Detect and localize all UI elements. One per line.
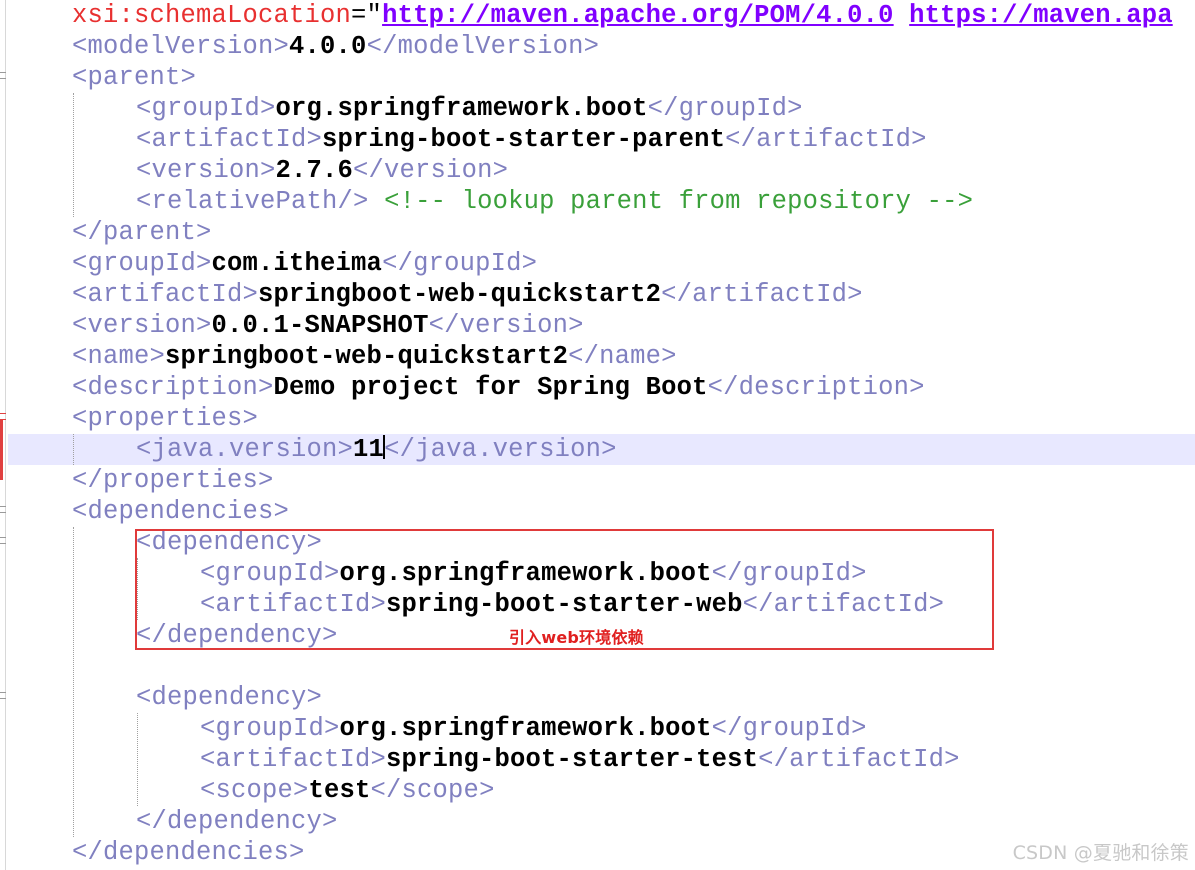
xml-tag: <modelVersion>: [72, 32, 290, 61]
xml-tag: </version>: [428, 311, 584, 340]
gutter-divider: [5, 0, 6, 870]
code-line: <version>0.0.1-SNAPSHOT</version>: [72, 310, 584, 341]
xml-tag: </parent>: [72, 218, 212, 247]
xml-tag: </properties>: [72, 466, 274, 495]
xml-tag: <version>: [72, 311, 212, 340]
tag-value: 4.0.0: [289, 32, 367, 61]
indent-guide: [73, 434, 74, 465]
code-line: <groupId>org.springframework.boot</group…: [136, 93, 803, 124]
code-line: <groupId>org.springframework.boot</group…: [200, 713, 867, 744]
xml-tag: <groupId>: [72, 249, 212, 278]
tag-value: springboot-web-quickstart2: [165, 342, 569, 371]
xml-tag: </groupId>: [647, 94, 803, 123]
code-line: <parent>: [72, 62, 196, 93]
code-line: <properties>: [72, 403, 258, 434]
indent-guide: [73, 93, 74, 217]
fold-marker-icon[interactable]: [0, 537, 6, 544]
fold-marker-icon[interactable]: [0, 413, 6, 420]
code-line: </dependency>: [136, 806, 338, 837]
annotation-label: 引入web环境依赖: [509, 628, 644, 647]
change-marker: [0, 420, 3, 480]
tag-value: test: [308, 776, 371, 805]
tag-value: org.springframework.boot: [275, 94, 648, 123]
tag-value: Demo project for Spring Boot: [273, 373, 708, 402]
code-line: <version>2.7.6</version>: [136, 155, 508, 186]
xml-tag: </java.version>: [384, 435, 617, 464]
editor-gutter: [0, 0, 8, 870]
tag-value: springboot-web-quickstart2: [258, 280, 662, 309]
fold-marker-icon[interactable]: [0, 506, 6, 513]
xml-tag: <groupId>: [200, 714, 340, 743]
code-line: <dependency>: [136, 682, 322, 713]
code-line: <relativePath/> <!-- lookup parent from …: [136, 186, 973, 217]
code-line: </dependencies>: [72, 837, 305, 868]
attribute-name: xsi:schemaLocation: [72, 1, 352, 30]
code-line: </parent>: [72, 217, 212, 248]
xml-tag: </description>: [707, 373, 925, 402]
xml-tag: <properties>: [72, 404, 259, 433]
xml-tag: </groupId>: [711, 714, 867, 743]
code-line: <artifactId>spring-boot-starter-test</ar…: [200, 744, 960, 775]
xml-tag: </name>: [568, 342, 677, 371]
xml-tag: </groupId>: [382, 249, 538, 278]
xml-tag: </modelVersion>: [366, 32, 600, 61]
xml-tag: </scope>: [370, 776, 495, 805]
xml-tag: </artifactId>: [725, 125, 927, 154]
code-line: <artifactId>spring-boot-starter-parent</…: [136, 124, 927, 155]
xml-tag: <artifactId>: [200, 745, 387, 774]
code-line: </properties>: [72, 465, 274, 496]
code-line: <scope>test</scope>: [200, 775, 495, 806]
tag-value: 0.0.1-SNAPSHOT: [211, 311, 429, 340]
attribute-operator: =": [351, 1, 383, 30]
tag-value: spring-boot-starter-parent: [322, 125, 726, 154]
xml-tag: </version>: [353, 156, 509, 185]
tag-value: 11: [353, 435, 385, 464]
xml-tag: <scope>: [200, 776, 309, 805]
indent-guide: [73, 527, 74, 837]
xml-tag: <version>: [136, 156, 276, 185]
xml-tag: </dependencies>: [72, 838, 305, 867]
tag-value: spring-boot-starter-test: [386, 745, 759, 774]
code-line-current[interactable]: <java.version>11</java.version>: [136, 434, 617, 465]
tag-value: org.springframework.boot: [339, 714, 712, 743]
code-line: <dependencies>: [72, 496, 289, 527]
xml-comment: <!-- lookup parent from repository -->: [384, 187, 974, 216]
watermark: CSDN @夏驰和徐策: [1012, 842, 1189, 864]
tag-value: 2.7.6: [275, 156, 354, 185]
xml-tag: <dependencies>: [72, 497, 290, 526]
indent-guide: [137, 713, 138, 806]
xml-tag: <artifactId>: [72, 280, 259, 309]
fold-marker-icon[interactable]: [0, 72, 6, 79]
schema-url-link[interactable]: https://maven.apa: [909, 1, 1173, 30]
xml-tag: </artifactId>: [661, 280, 863, 309]
code-line: <name>springboot-web-quickstart2</name>: [72, 341, 677, 372]
code-line: <groupId>com.itheima</groupId>: [72, 248, 537, 279]
xml-tag: <dependency>: [136, 683, 323, 712]
schema-url-link[interactable]: http://maven.apache.org/POM/4.0.0: [382, 1, 894, 30]
xml-tag: <description>: [72, 373, 274, 402]
code-line: xsi:schemaLocation="http://maven.apache.…: [72, 0, 1173, 31]
xml-tag: </artifactId>: [758, 745, 960, 774]
xml-tag: <parent>: [72, 63, 197, 92]
xml-tag: </dependency>: [136, 807, 338, 836]
code-line: <description>Demo project for Spring Boo…: [72, 372, 925, 403]
xml-tag: <java.version>: [136, 435, 354, 464]
text-caret: [383, 435, 386, 460]
code-line: <modelVersion>4.0.0</modelVersion>: [72, 31, 599, 62]
xml-tag: <artifactId>: [136, 125, 323, 154]
xml-tag: <groupId>: [136, 94, 276, 123]
xml-tag: <name>: [72, 342, 166, 371]
xml-tag: <relativePath/>: [136, 187, 369, 216]
code-line: <artifactId>springboot-web-quickstart2</…: [72, 279, 863, 310]
tag-value: com.itheima: [211, 249, 383, 278]
fold-marker-icon[interactable]: [0, 692, 6, 699]
code-editor[interactable]: xsi:schemaLocation="http://maven.apache.…: [0, 0, 1195, 870]
